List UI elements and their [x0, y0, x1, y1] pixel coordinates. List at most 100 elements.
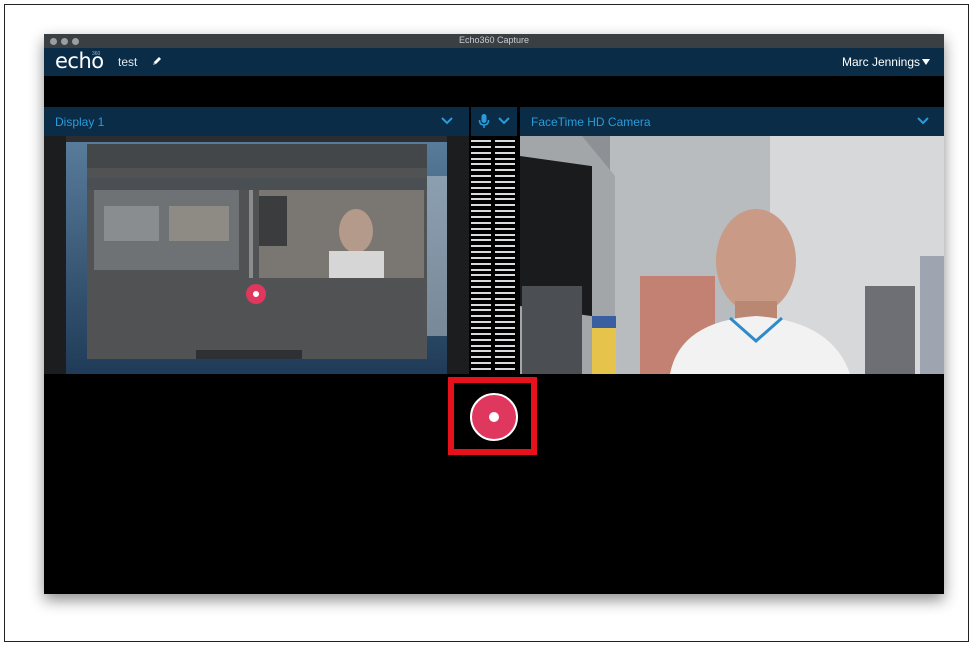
audio-meter-segment — [471, 297, 491, 300]
audio-meter-segment — [471, 175, 491, 178]
echo-logo-superscript: 360 — [92, 51, 101, 57]
pencil-icon[interactable] — [150, 54, 164, 68]
audio-meter-segment — [495, 344, 515, 347]
audio-meter-segment — [471, 169, 491, 172]
audio-meter-segment — [495, 204, 515, 207]
audio-meter-segment — [471, 303, 491, 306]
audio-meter-segment — [471, 180, 491, 183]
audio-meter-segment — [471, 362, 491, 365]
record-button[interactable] — [470, 393, 518, 441]
audio-meter-right — [495, 140, 515, 370]
audio-meter-segment — [495, 157, 515, 160]
audio-meter-segment — [495, 192, 515, 195]
audio-meter-segment — [471, 315, 491, 318]
audio-meter-segment — [495, 362, 515, 365]
audio-meter-segment — [471, 256, 491, 259]
audio-meter-segment — [495, 215, 515, 218]
audio-meter-segment — [495, 145, 515, 148]
audio-meter-left — [471, 140, 491, 370]
audio-meter-segment — [471, 344, 491, 347]
audio-meter-segment — [495, 227, 515, 230]
audio-meter-segment — [495, 175, 515, 178]
audio-meter-segment — [471, 286, 491, 289]
display-source-bar: Display 1 — [44, 107, 469, 136]
audio-meter-segment — [495, 321, 515, 324]
audio-meter-segment — [471, 309, 491, 312]
window-title: Echo360 Capture — [458, 35, 530, 45]
title-bar: Echo360 Capture — [44, 34, 944, 48]
audio-meter-segment — [471, 186, 491, 189]
audio-level-meter — [471, 136, 517, 374]
audio-meter-segment — [495, 256, 515, 259]
audio-meter-segment — [495, 251, 515, 254]
audio-meter-segment — [495, 309, 515, 312]
audio-meter-segment — [471, 268, 491, 271]
caret-down-icon[interactable] — [922, 59, 930, 65]
display-preview-image — [66, 136, 447, 374]
audio-meter-segment — [495, 268, 515, 271]
audio-meter-segment — [471, 262, 491, 265]
audio-meter-segment — [495, 315, 515, 318]
record-icon — [489, 412, 499, 422]
audio-meter-segment — [471, 327, 491, 329]
audio-meter-segment — [471, 338, 491, 341]
audio-meter-segment — [495, 274, 515, 277]
audio-meter-segment — [495, 140, 515, 142]
audio-meter-segment — [495, 297, 515, 300]
camera-source-bar: FaceTime HD Camera — [520, 107, 944, 136]
audio-meter-segment — [471, 350, 491, 353]
audio-meter-segment — [495, 327, 515, 329]
audio-meter-segment — [495, 286, 515, 289]
camera-preview — [520, 136, 944, 374]
audio-source-bar — [471, 107, 517, 136]
audio-meter-segment — [495, 350, 515, 353]
audio-meter-segment — [471, 367, 491, 370]
chevron-down-icon[interactable] — [441, 116, 453, 125]
app-window: Echo360 Capture echo 360 test Marc Jenni… — [44, 34, 944, 594]
audio-meter-segment — [495, 239, 515, 242]
audio-meter-segment — [495, 332, 515, 335]
audio-meter-segment — [495, 245, 515, 248]
audio-meter-segment — [495, 280, 515, 283]
audio-meter-segment — [471, 210, 491, 213]
audio-meter-segment — [471, 221, 491, 224]
audio-meter-segment — [471, 198, 491, 201]
audio-meter-segment — [471, 192, 491, 195]
chevron-down-icon[interactable] — [498, 116, 510, 125]
audio-meter-segment — [495, 169, 515, 172]
chevron-down-icon[interactable] — [917, 116, 929, 125]
display-source-label: Display 1 — [55, 115, 105, 129]
audio-meter-segment — [471, 321, 491, 324]
audio-meter-segment — [471, 239, 491, 242]
audio-meter-segment — [471, 280, 491, 283]
audio-meter-segment — [471, 215, 491, 218]
audio-meter-segment — [471, 233, 491, 236]
audio-meter-segment — [471, 204, 491, 207]
audio-meter-segment — [495, 198, 515, 201]
audio-meter-segment — [495, 367, 515, 370]
audio-meter-segment — [495, 180, 515, 183]
audio-meter-segment — [471, 163, 491, 166]
audio-meter-segment — [495, 151, 515, 154]
audio-meter-segment — [495, 262, 515, 265]
audio-meter-segment — [471, 227, 491, 230]
app-header: echo 360 test Marc Jennings — [44, 48, 944, 76]
audio-meter-segment — [495, 291, 515, 294]
audio-meter-segment — [495, 233, 515, 236]
audio-meter-segment — [471, 356, 491, 359]
audio-meter-segment — [495, 303, 515, 306]
microphone-icon[interactable] — [478, 113, 490, 130]
audio-meter-segment — [495, 163, 515, 166]
camera-source-label: FaceTime HD Camera — [531, 115, 651, 129]
camera-preview-image — [520, 136, 944, 374]
capture-name: test — [118, 55, 138, 69]
audio-meter-segment — [471, 145, 491, 148]
audio-meter-segment — [471, 151, 491, 154]
audio-meter-segment — [471, 140, 491, 142]
user-menu[interactable]: Marc Jennings — [842, 55, 920, 69]
audio-meter-segment — [471, 157, 491, 160]
audio-meter-segment — [495, 221, 515, 224]
audio-meter-segment — [471, 245, 491, 248]
display-preview — [44, 136, 469, 374]
audio-meter-segment — [495, 210, 515, 213]
